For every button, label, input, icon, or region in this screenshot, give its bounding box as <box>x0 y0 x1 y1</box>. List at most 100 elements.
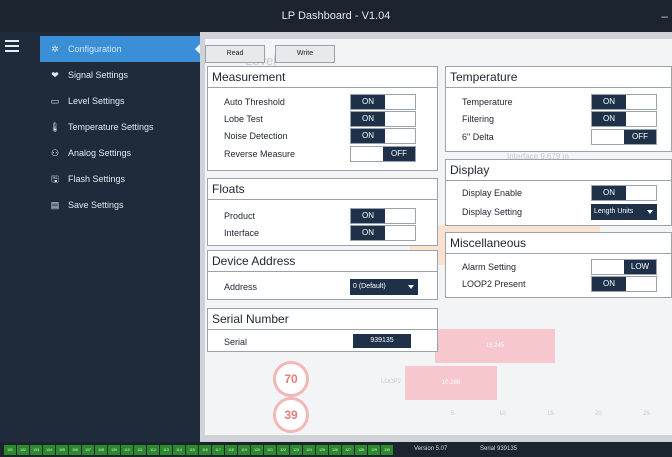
temperature-row: Temperature ON <box>446 94 672 110</box>
alarm-setting-label: Alarm Setting <box>462 262 517 272</box>
display-title: Display <box>446 160 671 181</box>
thermometer-icon: 🌡 <box>49 122 61 132</box>
io-led-indicator: 125 <box>316 445 328 455</box>
sidebar-item-level-settings[interactable]: ▭ Level Settings <box>40 88 200 114</box>
io-led-indicator: 115 <box>186 445 198 455</box>
serial-row: Serial 939135 <box>208 334 439 350</box>
filtering-label: Filtering <box>462 114 495 124</box>
temperature-title: Temperature <box>446 67 671 88</box>
toggle-on-state: ON <box>351 226 385 240</box>
miscellaneous-title: Miscellaneous <box>446 233 671 254</box>
display-setting-label: Display Setting <box>462 207 523 217</box>
io-led-indicator: 122 <box>277 445 289 455</box>
background-gauge-1: 70 <box>273 361 309 397</box>
filtering-toggle[interactable]: ON <box>591 111 657 127</box>
display-setting-row: Display Setting Length Units <box>446 204 672 220</box>
signal-icon: ❤ <box>51 70 59 80</box>
sidebar: ✲ Configuration ❤ Signal Settings ▭ Leve… <box>0 32 202 442</box>
floats-panel: Floats Product ON Interface ON <box>207 178 438 246</box>
io-led-indicator: 127 <box>342 445 354 455</box>
main-area: Level Interface 9.679 in 70 39 15.245 10… <box>200 32 672 442</box>
io-led-indicator: 128 <box>355 445 367 455</box>
serial-label: Serial <box>224 337 248 347</box>
sidebar-item-configuration[interactable]: ✲ Configuration <box>40 36 202 62</box>
background-axis-tick: 15 <box>547 411 554 417</box>
background-axis-tick: 25 <box>643 411 650 417</box>
background-bar-1: 15.245 <box>435 329 555 363</box>
sidebar-item-label: Configuration <box>68 44 122 54</box>
display-enable-row: Display Enable ON <box>446 185 672 201</box>
write-button[interactable]: Write <box>275 45 335 63</box>
io-led-indicator: 123 <box>290 445 302 455</box>
sidebar-item-label: Analog Settings <box>68 148 132 158</box>
product-toggle[interactable]: ON <box>350 208 416 224</box>
sidebar-item-analog-settings[interactable]: ⚇ Analog Settings <box>40 140 200 166</box>
address-label: Address <box>224 282 258 292</box>
auto-threshold-row: Auto Threshold ON <box>208 94 439 110</box>
analog-icon: ⚇ <box>50 148 60 158</box>
io-led-indicator: 109 <box>108 445 120 455</box>
toggle-on-state: ON <box>592 112 626 126</box>
noise-detection-row: Noise Detection ON <box>208 128 439 144</box>
background-bar-2: 10.286 <box>405 366 497 400</box>
sidebar-item-label: Temperature Settings <box>68 122 154 132</box>
address-dropdown[interactable]: 0 (Default) <box>350 279 418 295</box>
measurement-title: Measurement <box>208 67 437 88</box>
minimize-button[interactable]: – <box>661 0 668 32</box>
io-led-indicator: 124 <box>303 445 315 455</box>
six-inch-delta-toggle[interactable]: OFF <box>591 129 657 145</box>
interface-toggle[interactable]: ON <box>350 225 416 241</box>
serial-value: 939135 <box>353 334 411 348</box>
io-led-indicator: 119 <box>238 445 250 455</box>
level-icon: ▭ <box>50 96 60 106</box>
display-setting-dropdown[interactable]: Length Units <box>591 204 657 220</box>
io-led-indicator: 114 <box>173 445 185 455</box>
noise-detection-label: Noise Detection <box>224 131 288 141</box>
io-led-indicator: 126 <box>329 445 341 455</box>
auto-threshold-toggle[interactable]: ON <box>350 94 416 110</box>
background-axis-tick: 10 <box>499 411 506 417</box>
measurement-panel: Measurement Auto Threshold ON Lobe Test … <box>207 66 438 171</box>
sidebar-item-temperature-settings[interactable]: 🌡 Temperature Settings <box>40 114 200 140</box>
serial-number-panel: Serial Number Serial 939135 <box>207 308 438 352</box>
display-panel: Display Display Enable ON Display Settin… <box>445 159 672 226</box>
floats-title: Floats <box>208 179 437 200</box>
io-led-indicator: 101 <box>4 445 16 455</box>
io-led-indicator: 121 <box>264 445 276 455</box>
noise-detection-toggle[interactable]: ON <box>350 128 416 144</box>
io-led-indicator: 107 <box>82 445 94 455</box>
io-led-indicator: 120 <box>251 445 263 455</box>
device-address-panel: Device Address Address 0 (Default) <box>207 250 438 300</box>
background-axis-tick: 5 <box>451 411 455 417</box>
sidebar-item-signal-settings[interactable]: ❤ Signal Settings <box>40 62 200 88</box>
reverse-measure-toggle[interactable]: OFF <box>350 146 416 162</box>
io-led-indicator: 102 <box>17 445 29 455</box>
product-row: Product ON <box>208 208 439 224</box>
sidebar-item-flash-settings[interactable]: 🖫 Flash Settings <box>40 166 200 192</box>
status-serial-text: Serial 939135 <box>480 446 518 452</box>
io-led-indicator: 103 <box>30 445 42 455</box>
save-icon: ▤ <box>50 200 60 210</box>
io-led-indicator: 112 <box>147 445 159 455</box>
temperature-toggle[interactable]: ON <box>591 94 657 110</box>
toggle-off-state: OFF <box>383 147 415 161</box>
read-button[interactable]: Read <box>205 45 265 63</box>
loop2-present-toggle[interactable]: ON <box>591 276 657 292</box>
toggle-off-state: OFF <box>624 130 656 144</box>
lobe-test-label: Lobe Test <box>224 114 263 124</box>
toggle-on-state: ON <box>592 186 626 200</box>
sidebar-item-label: Signal Settings <box>68 70 129 80</box>
sidebar-item-label: Save Settings <box>68 200 124 210</box>
chevron-down-icon <box>647 210 653 214</box>
status-bar: 101 102 103 104 105 106 107 108 109 110 111 112 113 1… <box>0 442 672 457</box>
display-enable-toggle[interactable]: ON <box>591 185 657 201</box>
background-gauge-2: 39 <box>273 397 309 433</box>
toggle-on-state: ON <box>592 277 626 291</box>
io-led-indicator: 104 <box>43 445 55 455</box>
alarm-setting-toggle[interactable]: LOW <box>591 259 657 275</box>
address-value: 0 (Default) <box>353 283 386 290</box>
interface-label: Interface <box>224 228 260 238</box>
sidebar-item-save-settings[interactable]: ▤ Save Settings <box>40 192 200 218</box>
lobe-test-toggle[interactable]: ON <box>350 111 416 127</box>
hamburger-menu-icon[interactable] <box>5 40 19 52</box>
